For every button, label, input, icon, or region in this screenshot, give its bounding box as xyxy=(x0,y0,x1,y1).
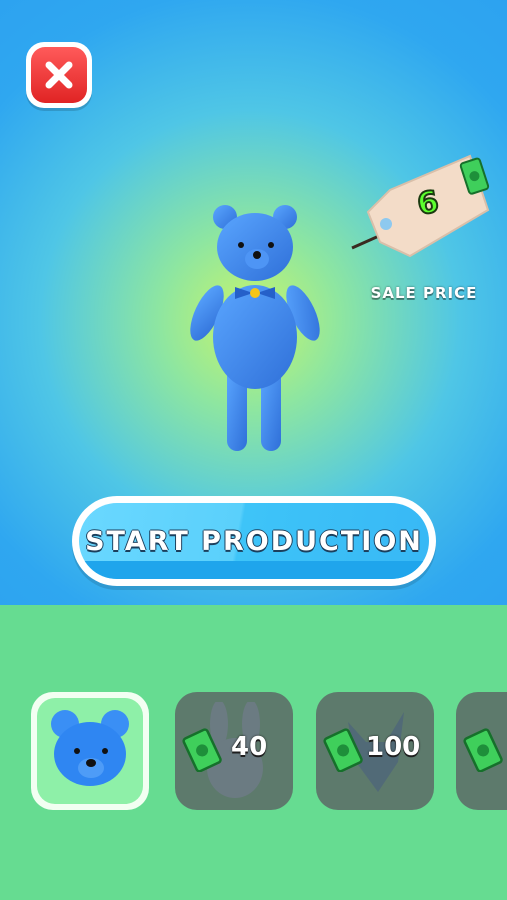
close-button[interactable] xyxy=(26,42,92,108)
teddy-bear-model xyxy=(190,205,320,451)
toy-price: 40 xyxy=(231,732,268,762)
toy-price: 100 xyxy=(366,732,421,762)
start-production-label: START PRODUCTION xyxy=(85,526,423,557)
cash-icon xyxy=(182,728,222,772)
close-icon xyxy=(31,47,87,103)
start-production-button[interactable]: START PRODUCTION xyxy=(72,496,436,586)
cash-icon xyxy=(463,728,503,772)
toy-card-partial[interactable] xyxy=(456,692,507,810)
toy-card-bunny[interactable]: 40 xyxy=(175,692,293,810)
game-scene: 6 SALE PRICE START PRODUCTION xyxy=(0,0,507,605)
bear-face-icon xyxy=(51,710,129,786)
toy-card-blue-bear[interactable] xyxy=(31,692,149,810)
sale-price-label: SALE PRICE xyxy=(370,284,478,302)
cash-icon xyxy=(323,728,363,772)
toy-card-cat[interactable]: 100 xyxy=(316,692,434,810)
sale-price-value: 6 xyxy=(414,183,443,223)
